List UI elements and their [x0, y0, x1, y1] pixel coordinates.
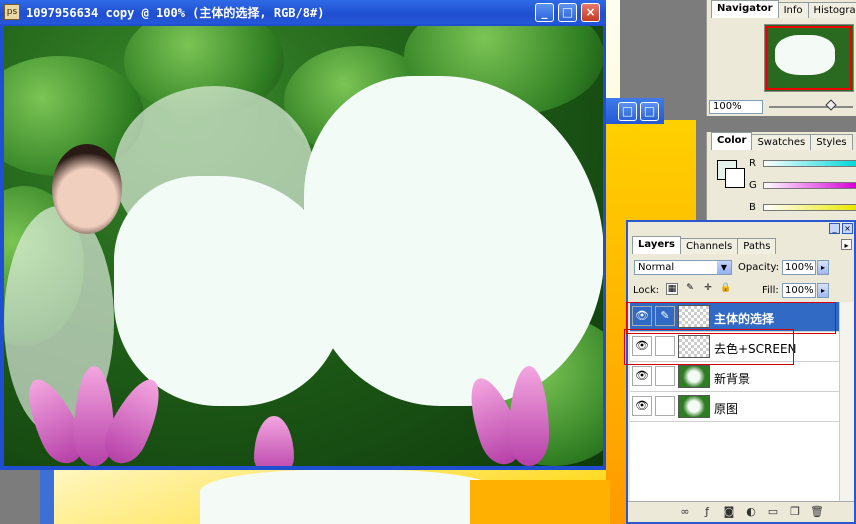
layer-name: 原图 — [714, 402, 739, 416]
link-icon[interactable]: ∞ — [678, 505, 692, 519]
eye-icon[interactable]: 👁 — [632, 396, 652, 416]
opacity-arrow-icon[interactable]: ▸ — [817, 260, 829, 275]
zoom-input[interactable]: 100% — [709, 100, 763, 114]
image-dress-extension — [200, 470, 500, 524]
layers-panel: _ × Layers Channels Paths ▸ Normal ▼ Opa… — [624, 220, 856, 524]
lock-transparency-icon[interactable]: ▦ — [666, 283, 678, 295]
layer-thumbnail — [678, 365, 710, 388]
navigator-preview[interactable] — [764, 24, 854, 92]
color-tabs: Color Swatches Styles — [711, 132, 853, 150]
background-window-titlebar[interactable]: □ □ — [606, 98, 664, 124]
eye-icon[interactable]: 👁 — [632, 366, 652, 386]
layers-footer-toolbar: ∞ ƒ ◙ ◐ ▭ ❐ 🗑 — [628, 501, 854, 522]
layer-row[interactable]: 👁 新背景 — [630, 362, 840, 392]
color-panel: Color Swatches Styles R G B — [706, 132, 856, 220]
chevron-down-icon[interactable]: ▼ — [717, 261, 731, 274]
background-color-swatch[interactable] — [725, 168, 745, 188]
tab-styles[interactable]: Styles — [810, 134, 853, 150]
layer-link-box[interactable] — [655, 396, 675, 416]
tab-color[interactable]: Color — [711, 132, 753, 150]
fill-input[interactable]: 100% — [782, 283, 816, 298]
tab-swatches[interactable]: Swatches — [751, 134, 812, 150]
document-titlebar[interactable]: ps 1097956634 copy @ 100% (主体的选择, RGB/8#… — [0, 0, 606, 24]
dress-skirt — [304, 76, 603, 406]
layer-row[interactable]: 👁 原图 — [630, 392, 840, 422]
bride-face — [52, 144, 122, 234]
zoom-slider-handle[interactable] — [825, 99, 837, 111]
blue-channel-label: B — [749, 202, 756, 213]
tab-paths[interactable]: Paths — [737, 238, 777, 254]
red-channel-label: R — [749, 158, 756, 169]
panel-minimize-button[interactable]: _ — [829, 223, 840, 234]
layer-mask-icon[interactable]: ◙ — [722, 505, 736, 519]
document-window[interactable]: ps 1097956634 copy @ 100% (主体的选择, RGB/8#… — [0, 0, 606, 470]
panel-menu-arrow-icon[interactable]: ▸ — [841, 239, 852, 250]
lock-position-icon[interactable]: ✛ — [702, 283, 714, 295]
tab-info[interactable]: Info — [777, 2, 809, 18]
new-layer-icon[interactable]: ❐ — [788, 505, 802, 519]
fill-arrow-icon[interactable]: ▸ — [817, 283, 829, 298]
tab-navigator[interactable]: Navigator — [711, 0, 779, 18]
layers-panel-titlebar[interactable]: _ × — [628, 222, 854, 236]
adjustment-layer-icon[interactable]: ◐ — [744, 505, 758, 519]
layer-style-icon[interactable]: ƒ — [700, 505, 714, 519]
lock-label: Lock: — [633, 285, 660, 296]
trash-icon[interactable]: 🗑 — [810, 505, 824, 519]
layers-tabs: Layers Channels Paths — [632, 236, 777, 254]
blend-mode-select[interactable]: Normal ▼ — [634, 260, 732, 275]
layer-thumbnail — [678, 395, 710, 418]
opacity-input[interactable]: 100% — [782, 260, 816, 275]
blend-mode-value: Normal — [638, 262, 675, 273]
image-canvas[interactable] — [4, 26, 603, 466]
background-window-maximize-button[interactable]: □ — [640, 102, 659, 121]
navigator-tabs: Navigator Info Histogra — [711, 0, 856, 18]
layer-name: 新背景 — [714, 372, 751, 386]
annotation-highlight — [624, 329, 794, 365]
image-orange-area — [470, 480, 610, 524]
tab-channels[interactable]: Channels — [680, 238, 739, 254]
panel-close-button[interactable]: × — [842, 223, 853, 234]
new-group-icon[interactable]: ▭ — [766, 505, 780, 519]
fill-label: Fill: — [762, 285, 779, 296]
layer-link-box[interactable] — [655, 366, 675, 386]
layers-scrollbar[interactable] — [839, 302, 854, 502]
green-channel-label: G — [749, 180, 757, 191]
red-channel-slider[interactable] — [763, 160, 856, 167]
zoom-slider[interactable] — [769, 106, 853, 108]
maximize-button[interactable]: □ — [558, 3, 577, 22]
navigator-panel: Navigator Info Histogra 100% — [706, 0, 856, 116]
minimize-button[interactable]: _ — [535, 3, 554, 22]
navigator-view-box[interactable] — [766, 26, 852, 90]
opacity-label: Opacity: — [738, 262, 780, 273]
background-window-minimize-button[interactable]: □ — [618, 102, 637, 121]
lotus-petal — [254, 416, 294, 466]
tab-histogram[interactable]: Histogra — [807, 2, 856, 18]
close-button[interactable]: × — [581, 3, 600, 22]
green-channel-slider[interactable] — [763, 182, 856, 189]
document-title: 1097956634 copy @ 100% (主体的选择, RGB/8#) — [26, 6, 325, 20]
photoshop-document-icon: ps — [4, 4, 20, 20]
lock-image-icon[interactable]: ✎ — [684, 283, 696, 295]
tab-layers[interactable]: Layers — [632, 236, 681, 254]
lock-all-icon[interactable]: 🔒 — [720, 283, 732, 295]
blue-channel-slider[interactable] — [763, 204, 856, 211]
